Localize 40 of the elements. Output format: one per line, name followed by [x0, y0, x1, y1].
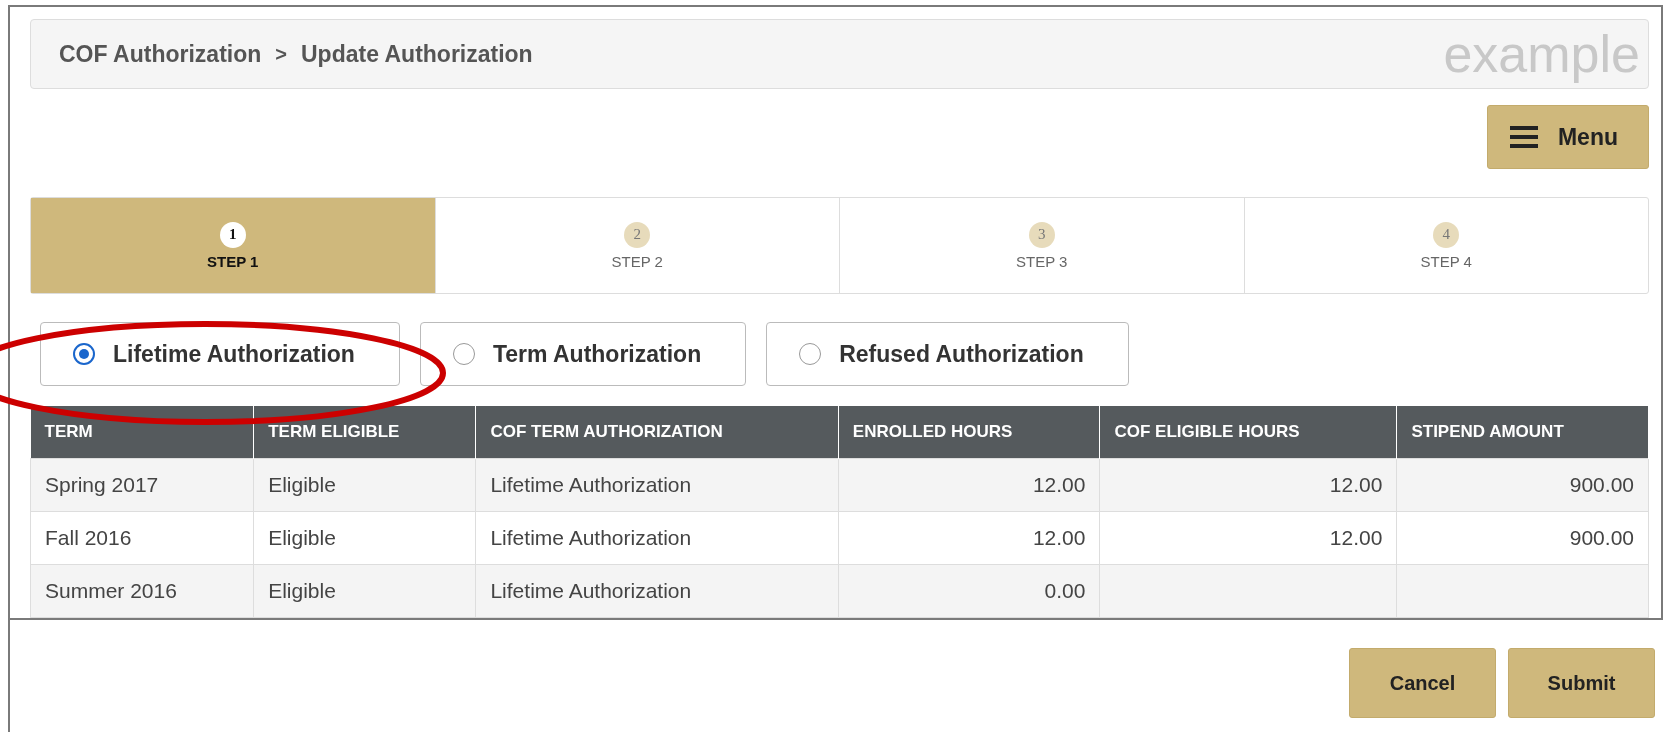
column-header: ENROLLED HOURS: [838, 406, 1100, 459]
radio-option[interactable]: Lifetime Authorization: [40, 322, 400, 386]
step-tab[interactable]: 4 STEP 4: [1243, 198, 1648, 293]
table-cell: Fall 2016: [30, 511, 254, 565]
radio-option[interactable]: Refused Authorization: [766, 322, 1129, 386]
table-cell: Eligible: [253, 458, 476, 512]
radio-option[interactable]: Term Authorization: [419, 322, 747, 386]
column-header: COF ELIGIBLE HOURS: [1099, 406, 1397, 459]
step-number: 2: [624, 221, 651, 248]
action-button[interactable]: Cancel: [1349, 648, 1496, 718]
step-tab[interactable]: 1 STEP 1: [31, 198, 435, 293]
step-number: 1: [219, 221, 246, 248]
table-cell: 12.00: [1099, 458, 1397, 512]
table-cell: Eligible: [253, 564, 476, 618]
radio-button[interactable]: [73, 343, 95, 365]
table-cell: 0.00: [838, 564, 1100, 618]
table-cell: 12.00: [838, 511, 1100, 565]
column-header: TERM ELIGIBLE: [253, 406, 476, 459]
column-header: STIPEND AMOUNT: [1396, 406, 1649, 459]
step-tab[interactable]: 3 STEP 3: [839, 198, 1244, 293]
menu-icon: [1509, 125, 1538, 149]
table-cell: Lifetime Authorization: [475, 564, 839, 618]
table-cell: 900.00: [1396, 511, 1649, 565]
step-tab[interactable]: 2 STEP 2: [434, 198, 839, 293]
table-cell: Spring 2017: [30, 458, 254, 512]
action-button[interactable]: Submit: [1508, 648, 1655, 718]
column-header: COF TERM AUTHORIZATION: [475, 406, 839, 459]
breadcrumb-separator: >: [275, 42, 287, 66]
table-cell: Summer 2016: [30, 564, 254, 618]
menu-button[interactable]: Menu: [1486, 105, 1649, 169]
table-cell: Lifetime Authorization: [475, 511, 839, 565]
step-number: 4: [1433, 221, 1460, 248]
breadcrumb-item[interactable]: COF Authorization: [59, 40, 262, 68]
step-number: 3: [1028, 221, 1055, 248]
table-cell: 12.00: [1099, 511, 1397, 565]
table-cell: 12.00: [838, 458, 1100, 512]
table-cell: Lifetime Authorization: [475, 458, 839, 512]
table-cell: Eligible: [253, 511, 476, 565]
table-cell: 900.00: [1396, 458, 1649, 512]
breadcrumb-item[interactable]: Update Authorization: [301, 40, 533, 68]
